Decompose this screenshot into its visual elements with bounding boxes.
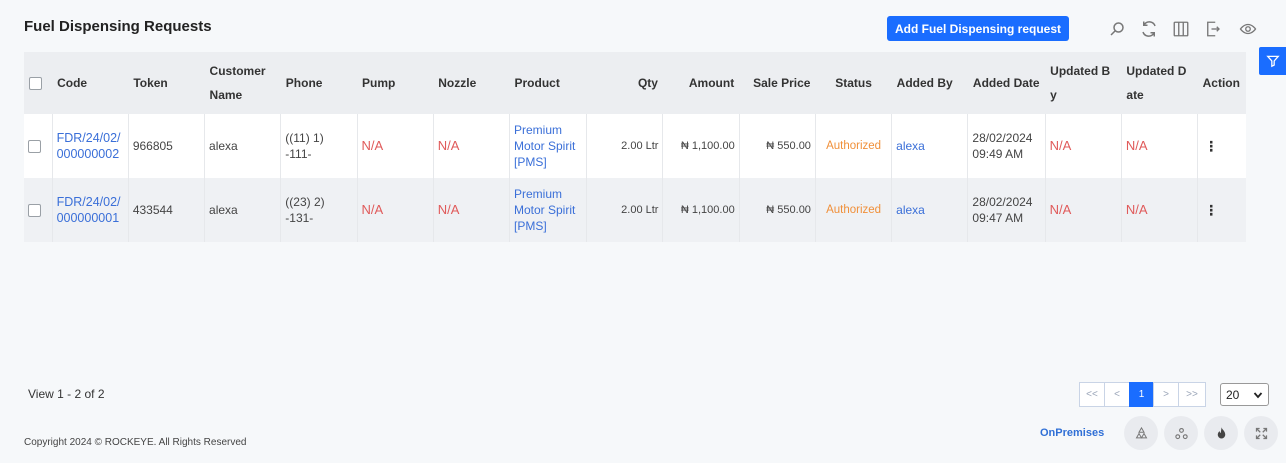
col-code[interactable]: Code	[52, 52, 128, 114]
token-cell: 966805	[128, 114, 206, 178]
columns-icon[interactable]	[1170, 18, 1192, 40]
phone-cell: ((23) 2) -131-	[280, 178, 358, 242]
network-icon[interactable]	[1164, 416, 1198, 450]
col-qty[interactable]: Qty	[587, 52, 663, 114]
updated-by-cell: N/A	[1045, 114, 1122, 178]
customer-cell: alexa	[204, 114, 282, 178]
status-badge: Authorized	[815, 114, 893, 178]
col-status[interactable]: Status	[815, 52, 891, 114]
amount-cell: ₦ 1,100.00	[662, 178, 740, 242]
add-fuel-dispensing-request-button[interactable]: Add Fuel Dispensing request	[887, 16, 1069, 41]
search-icon[interactable]	[1106, 18, 1128, 40]
col-pump[interactable]: Pump	[357, 52, 433, 114]
sale-price-cell: ₦ 550.00	[739, 178, 816, 242]
table-row: FDR/24/02/000000001 433544 alexa ((23) 2…	[24, 178, 1246, 242]
last-page-button[interactable]: >>	[1178, 382, 1206, 407]
pagination-info: View 1 - 2 of 2	[28, 387, 105, 401]
pagination: << < 1 > >>	[1079, 382, 1206, 407]
col-added-by[interactable]: Added By	[892, 52, 968, 114]
added-by-link[interactable]: alexa	[891, 114, 969, 178]
row-checkbox[interactable]	[28, 140, 41, 154]
copyright: Copyright 2024 © ROCKEYE. All Rights Res…	[24, 437, 247, 448]
col-updated-by[interactable]: Updated By	[1045, 52, 1121, 114]
pump-cell: N/A	[357, 114, 434, 178]
nozzle-cell: N/A	[433, 178, 510, 242]
export-icon[interactable]	[1202, 18, 1224, 40]
col-added-date[interactable]: Added Date	[968, 52, 1045, 114]
qty-cell: 2.00 Ltr	[586, 178, 664, 242]
col-updated-date[interactable]: Updated Date	[1121, 52, 1197, 114]
eye-icon[interactable]	[1237, 18, 1259, 40]
token-cell: 433544	[128, 178, 206, 242]
action-cell: ⋮	[1198, 178, 1246, 242]
prev-page-button[interactable]: <	[1104, 382, 1130, 407]
row-checkbox[interactable]	[28, 204, 41, 218]
col-customer-name[interactable]: Customer Name	[205, 52, 281, 114]
page-title: Fuel Dispensing Requests	[24, 18, 212, 35]
deployment-mode-label: OnPremises	[1040, 427, 1105, 439]
more-actions-icon[interactable]: ⋮	[1202, 202, 1218, 218]
page-size-value: 20	[1226, 387, 1240, 402]
table-row: FDR/24/02/000000002 966805 alexa ((11) 1…	[24, 114, 1246, 178]
action-cell: ⋮	[1198, 114, 1246, 178]
refresh-icon[interactable]	[1138, 18, 1160, 40]
amount-cell: ₦ 1,100.00	[662, 114, 740, 178]
row-select-cell[interactable]	[24, 114, 53, 178]
chevron-down-icon	[1253, 391, 1263, 398]
updated-date-cell: N/A	[1121, 114, 1199, 178]
nozzle-cell: N/A	[433, 114, 510, 178]
customer-cell: alexa	[204, 178, 282, 242]
select-all-cell[interactable]	[24, 52, 52, 114]
first-page-button[interactable]: <<	[1079, 382, 1105, 407]
col-product[interactable]: Product	[509, 52, 586, 114]
added-date-cell: 28/02/2024 09:47 AM	[967, 178, 1046, 242]
product-link[interactable]: Premium Motor Spirit [PMS]	[509, 114, 588, 178]
code-link[interactable]: FDR/24/02/000000002	[52, 114, 129, 178]
fire-icon[interactable]	[1204, 416, 1238, 450]
col-phone[interactable]: Phone	[281, 52, 357, 114]
pump-cell: N/A	[357, 178, 434, 242]
page-1-button[interactable]: 1	[1129, 382, 1154, 407]
added-date-cell: 28/02/2024 09:49 AM	[967, 114, 1046, 178]
fuel-requests-table: Code Token Customer Name Phone Pump Nozz…	[24, 52, 1246, 242]
product-link[interactable]: Premium Motor Spirit [PMS]	[509, 178, 588, 242]
recycle-icon[interactable]	[1124, 416, 1158, 450]
col-sale-price[interactable]: Sale Price	[739, 52, 815, 114]
qty-cell: 2.00 Ltr	[586, 114, 664, 178]
next-page-button[interactable]: >	[1153, 382, 1179, 407]
page-size-select[interactable]: 20	[1220, 383, 1269, 406]
status-badge: Authorized	[815, 178, 893, 242]
phone-cell: ((11) 1) -111-	[280, 114, 358, 178]
select-all-checkbox[interactable]	[29, 77, 42, 91]
added-by-link[interactable]: alexa	[891, 178, 969, 242]
col-nozzle[interactable]: Nozzle	[433, 52, 509, 114]
col-amount[interactable]: Amount	[663, 52, 739, 114]
table-header-row: Code Token Customer Name Phone Pump Nozz…	[24, 52, 1246, 114]
col-action: Action	[1202, 76, 1240, 90]
updated-date-cell: N/A	[1121, 178, 1199, 242]
filter-icon[interactable]	[1259, 47, 1286, 75]
fullscreen-icon[interactable]	[1244, 416, 1278, 450]
sale-price-cell: ₦ 550.00	[739, 114, 816, 178]
more-actions-icon[interactable]: ⋮	[1202, 138, 1218, 154]
updated-by-cell: N/A	[1045, 178, 1122, 242]
code-link[interactable]: FDR/24/02/000000001	[52, 178, 129, 242]
col-token[interactable]: Token	[128, 52, 204, 114]
row-select-cell[interactable]	[24, 178, 53, 242]
